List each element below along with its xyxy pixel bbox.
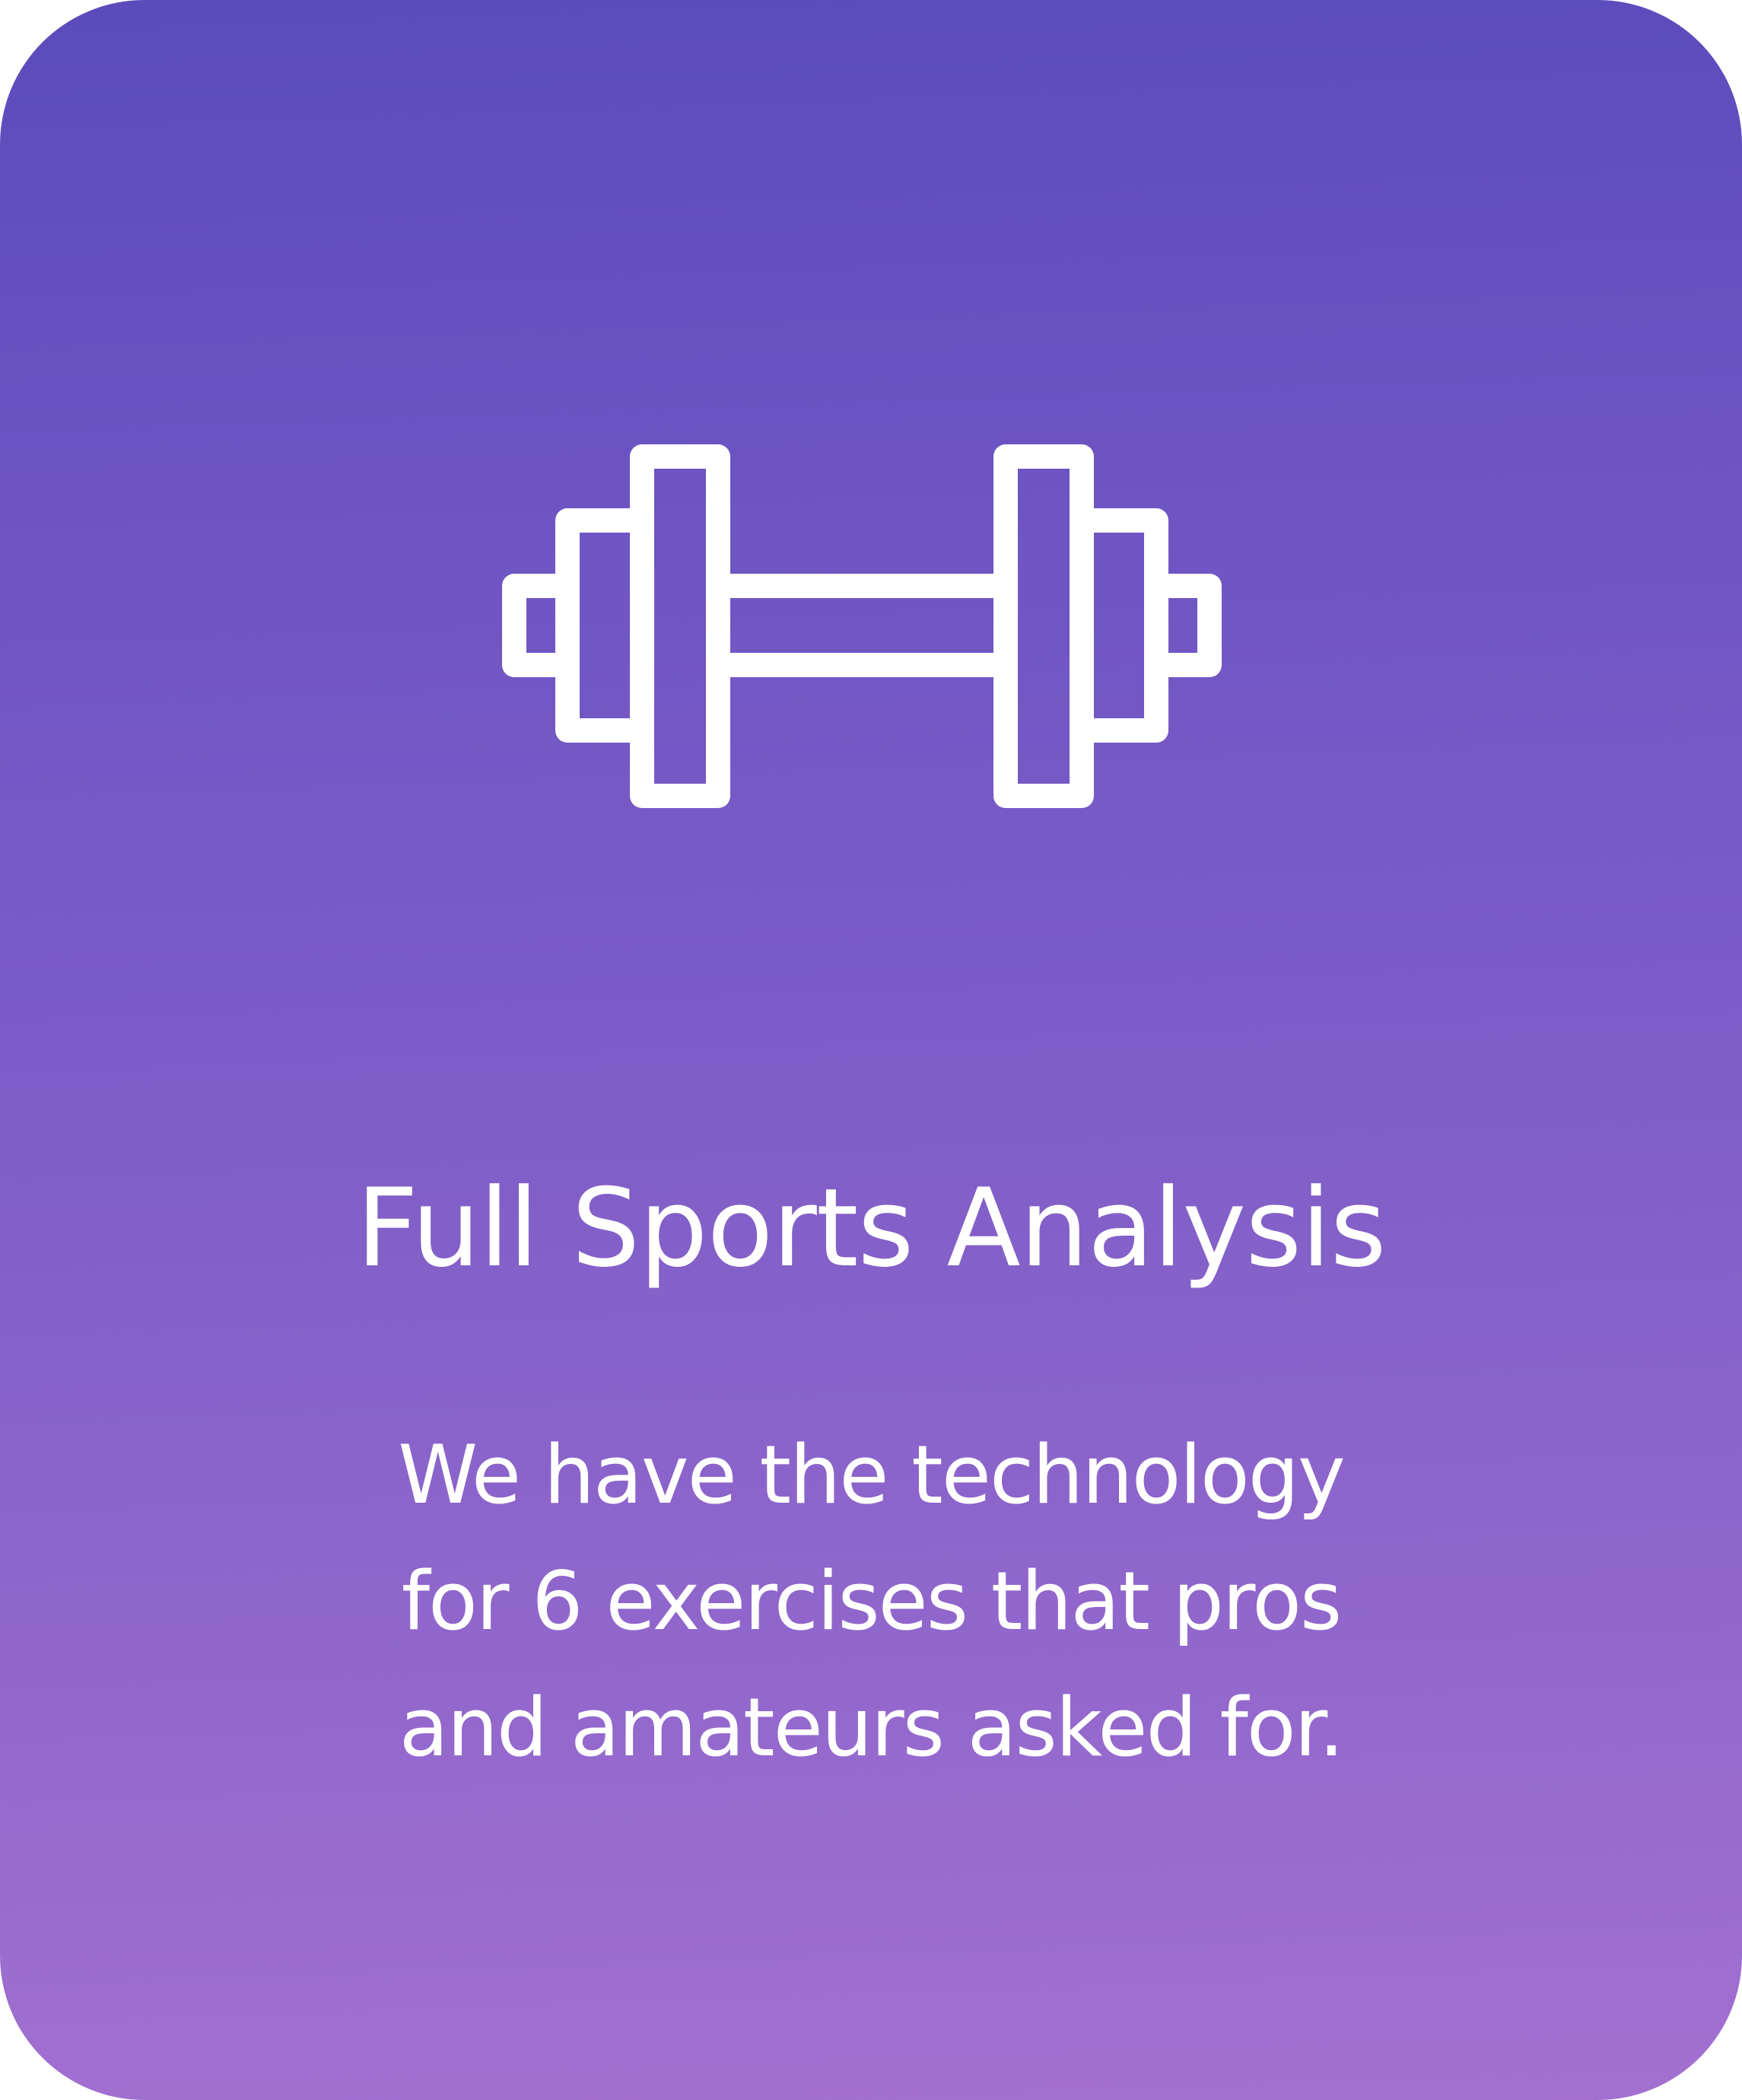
card-description: We have the technology for 6 exercises t…: [398, 1428, 1346, 1774]
dumbbell-icon: [502, 444, 1222, 808]
card-title: Full Sports Analysis: [356, 1166, 1386, 1291]
feature-card: Full Sports Analysis We have the technol…: [0, 0, 1742, 2100]
